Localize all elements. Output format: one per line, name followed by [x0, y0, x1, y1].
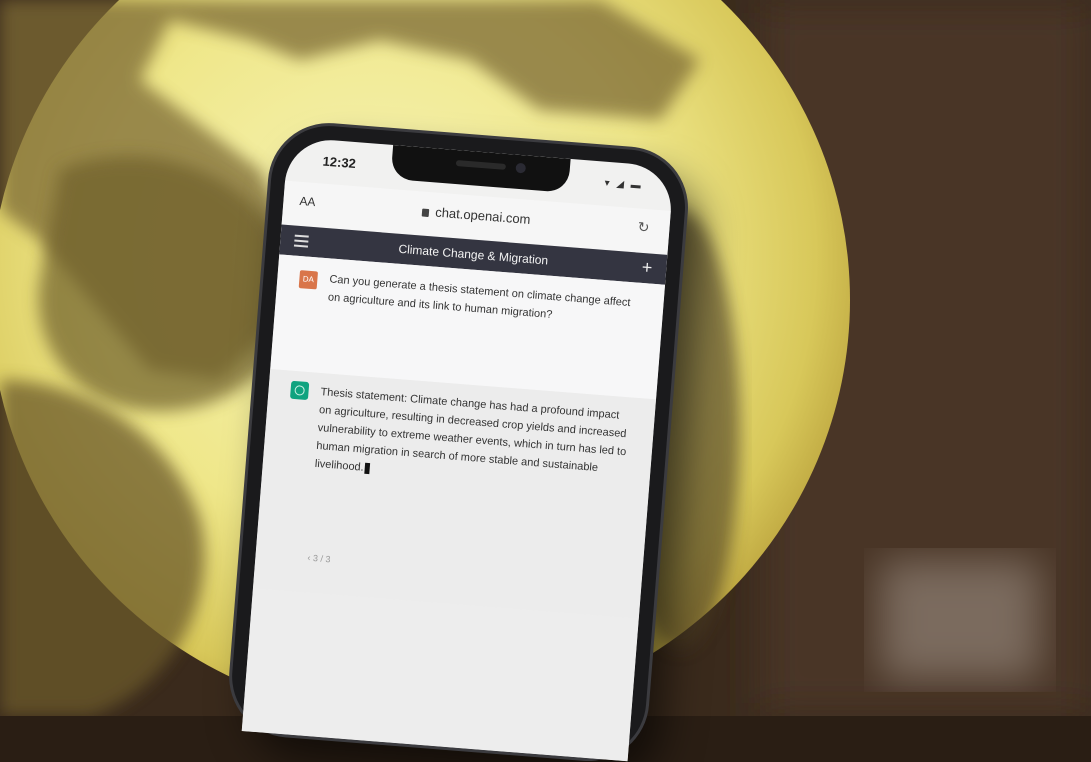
assistant-logo-icon [289, 380, 310, 401]
phone-body: 12:32 ▾ ◢ ▬ AA chat.openai.com ↻ Climate… [227, 121, 690, 762]
front-camera [514, 162, 526, 174]
typing-cursor [364, 462, 371, 474]
bottom-right-blur [880, 560, 1040, 680]
user-avatar: DA [298, 270, 319, 290]
assistant-response-text: Thesis statement: Climate change has had… [314, 386, 627, 475]
assistant-response: Thesis statement: Climate change has had… [314, 383, 633, 497]
url-text: chat.openai.com [434, 204, 532, 227]
assistant-message: Thesis statement: Climate change has had… [252, 369, 657, 619]
user-prompt-text: Can you generate a thesis statement on c… [327, 273, 631, 322]
phone-notch [390, 144, 571, 193]
chat-empty-area [241, 588, 639, 762]
plus-icon[interactable]: + [641, 257, 653, 279]
smartphone: 12:32 ▾ ◢ ▬ AA chat.openai.com ↻ Climate… [227, 121, 690, 762]
speaker-grille [455, 159, 506, 170]
reload-icon[interactable]: ↻ [637, 218, 650, 236]
lock-icon [421, 208, 430, 217]
phone-screen: 12:32 ▾ ◢ ▬ AA chat.openai.com ↻ Climate… [241, 136, 675, 762]
response-pager[interactable]: ‹ 3 / 3 [307, 553, 331, 565]
status-icons: ▾ ◢ ▬ [604, 177, 644, 192]
status-time: 12:32 [322, 153, 357, 172]
